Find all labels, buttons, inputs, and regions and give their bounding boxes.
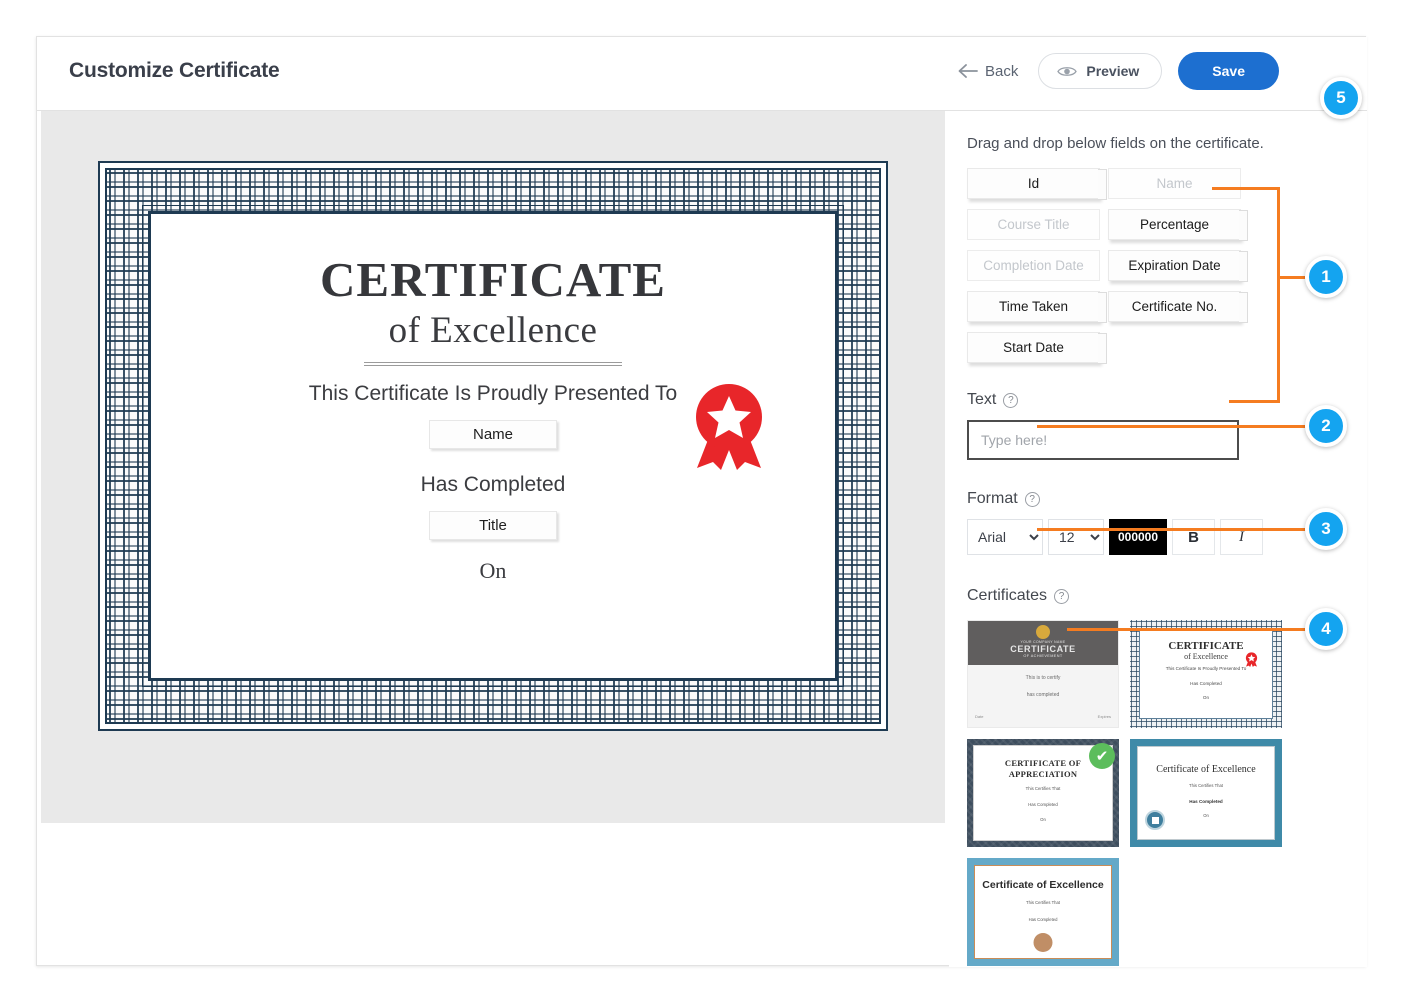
thumb1-line2: has completed <box>1026 692 1060 698</box>
certificate-inner-frame: CERTIFICATE of Excellence This Certifica… <box>142 205 844 687</box>
settings-panel: Drag and drop below fields on the certif… <box>949 111 1367 967</box>
thumb2-line3: On <box>1202 695 1210 700</box>
drag-field-certificate-no[interactable]: Certificate No. <box>1108 291 1248 323</box>
step-badge-3: 3 <box>1305 508 1347 550</box>
thumb4-inner: Certificate of Excellence This Certifies… <box>1137 746 1275 840</box>
draggable-fields-list: Id Name Course Title Percentage Completi… <box>967 168 1257 364</box>
certificate-template-list: YOUR COMPANY NAME CERTIFICATE OF ACHIEVE… <box>967 620 1287 966</box>
step-badge-2: 2 <box>1305 405 1347 447</box>
certificate-name-field[interactable]: Name <box>429 420 557 450</box>
thumb4-seal-icon <box>1145 810 1165 830</box>
drag-field-id[interactable]: Id <box>967 168 1107 200</box>
thumb5-title: Certificate of Excellence <box>982 879 1104 891</box>
thumb1-footer: Date Expires <box>968 714 1118 719</box>
thumb5-line2: Has Completed <box>1028 917 1058 922</box>
font-family-select[interactable]: Arial <box>967 519 1043 555</box>
certificate-subtitle: of Excellence <box>388 310 598 352</box>
thumb4-line2: Has Completed <box>1189 799 1223 804</box>
connector-1-bottom <box>1229 400 1280 403</box>
page-header: Customize Certificate Back Preview Save … <box>37 37 1367 119</box>
thumb3-line2: Has Completed <box>1028 802 1058 808</box>
thumb5-line1: This Certifies That <box>1026 900 1060 905</box>
thumb4-line1: This Certifies That <box>1189 783 1223 788</box>
certificate-template-excellence-ornate[interactable]: CERTIFICATE of Excellence This Certifica… <box>1130 620 1282 728</box>
customize-certificate-page: Customize Certificate Back Preview Save … <box>0 0 1402 981</box>
connector-1-stub <box>1277 276 1305 279</box>
drag-field-expiration-date[interactable]: Expiration Date <box>1108 250 1248 282</box>
certificate-canvas[interactable]: CERTIFICATE of Excellence This Certifica… <box>41 111 945 823</box>
thumb2-title: CERTIFICATE <box>1168 640 1244 652</box>
certificate-on-line: On <box>479 558 507 584</box>
certificate-title-field[interactable]: Title <box>429 511 557 541</box>
award-ribbon-icon <box>691 382 767 470</box>
drag-field-completion-date[interactable]: Completion Date <box>967 250 1100 281</box>
eye-icon <box>1057 65 1078 78</box>
thumb4-title: Certificate of Excellence <box>1156 764 1256 775</box>
connector-2 <box>1037 425 1305 428</box>
step-badge-5: 5 <box>1320 77 1362 119</box>
certificate-template-excellence-teal[interactable]: Certificate of Excellence This Certifies… <box>1130 739 1282 847</box>
step-badge-4: 4 <box>1305 608 1347 650</box>
back-button-label: Back <box>985 62 1019 80</box>
certificate-preview[interactable]: CERTIFICATE of Excellence This Certifica… <box>98 161 888 731</box>
back-button[interactable]: Back <box>954 57 1022 86</box>
help-icon-format[interactable]: ? <box>1024 491 1040 507</box>
thumb1-foot-right: Expires <box>1097 714 1111 719</box>
certificate-template-appreciation-damask[interactable]: ✔ CERTIFICATE OF APPRECIATION This Certi… <box>967 739 1119 847</box>
connector-1-right <box>1277 187 1280 403</box>
help-icon-text[interactable]: ? <box>1003 392 1019 408</box>
font-size-select[interactable]: 12 <box>1048 519 1104 555</box>
drag-field-name[interactable]: Name <box>1108 168 1241 199</box>
thumb1-title: CERTIFICATE <box>1010 644 1076 654</box>
text-label-text: Text <box>967 391 997 408</box>
save-button[interactable]: Save <box>1178 52 1279 90</box>
drag-field-time-taken[interactable]: Time Taken <box>967 291 1107 323</box>
gold-seal-icon <box>1036 625 1050 639</box>
certificate-template-achievement-grey[interactable]: YOUR COMPANY NAME CERTIFICATE OF ACHIEVE… <box>967 620 1119 728</box>
certificate-template-excellence-blue[interactable]: Certificate of Excellence This Certifies… <box>967 858 1119 966</box>
thumb1-subtitle: OF ACHIEVEMENT <box>1023 654 1063 658</box>
thumb3-line3: On <box>1040 817 1046 823</box>
drag-field-course-title[interactable]: Course Title <box>967 209 1100 240</box>
certificates-section-label: Certificates ? <box>967 587 1367 605</box>
selected-check-icon: ✔ <box>1089 743 1115 769</box>
format-section-label: Format ? <box>967 490 1367 508</box>
text-color-picker[interactable]: 000000 <box>1109 519 1167 555</box>
thumb1-foot-left: Date <box>975 714 984 719</box>
preview-button[interactable]: Preview <box>1038 53 1163 89</box>
drag-field-start-date[interactable]: Start Date <box>967 332 1107 364</box>
thumb3-line1: This Certifies That <box>1025 786 1061 792</box>
thumb2-inner: CERTIFICATE of Excellence This Certifica… <box>1139 629 1273 719</box>
preview-button-label: Preview <box>1086 63 1140 79</box>
step-badge-1: 1 <box>1305 256 1347 298</box>
text-section-label: Text ? <box>967 391 1367 409</box>
help-icon-certificates[interactable]: ? <box>1054 588 1070 604</box>
thumb2-line2: Has Completed <box>1190 681 1222 686</box>
page-title: Customize Certificate <box>69 59 280 82</box>
connector-3 <box>1037 528 1305 531</box>
bold-button[interactable]: B <box>1172 519 1215 555</box>
connector-4 <box>1067 628 1305 631</box>
certificate-title: CERTIFICATE <box>320 252 666 307</box>
certificates-label-text: Certificates <box>967 587 1048 604</box>
certificate-completed-line: Has Completed <box>420 473 566 497</box>
thumb2-ribbon-icon <box>1245 652 1258 667</box>
drag-drop-hint: Drag and drop below fields on the certif… <box>967 135 1264 152</box>
header-actions: Back Preview Save <box>954 52 1279 90</box>
drag-field-percentage[interactable]: Percentage <box>1108 209 1248 241</box>
format-label-text: Format <box>967 490 1018 507</box>
italic-button[interactable]: I <box>1220 519 1263 555</box>
certificate-divider <box>364 362 622 367</box>
connector-1-top <box>1212 187 1280 190</box>
back-arrow-icon <box>958 64 978 78</box>
page-card: Customize Certificate Back Preview Save … <box>36 36 1367 967</box>
thumb5-inner: Certificate of Excellence This Certifies… <box>974 865 1112 959</box>
thumb1-line1: This is to certify <box>1025 675 1061 681</box>
thumb5-seal-icon <box>1033 933 1053 952</box>
